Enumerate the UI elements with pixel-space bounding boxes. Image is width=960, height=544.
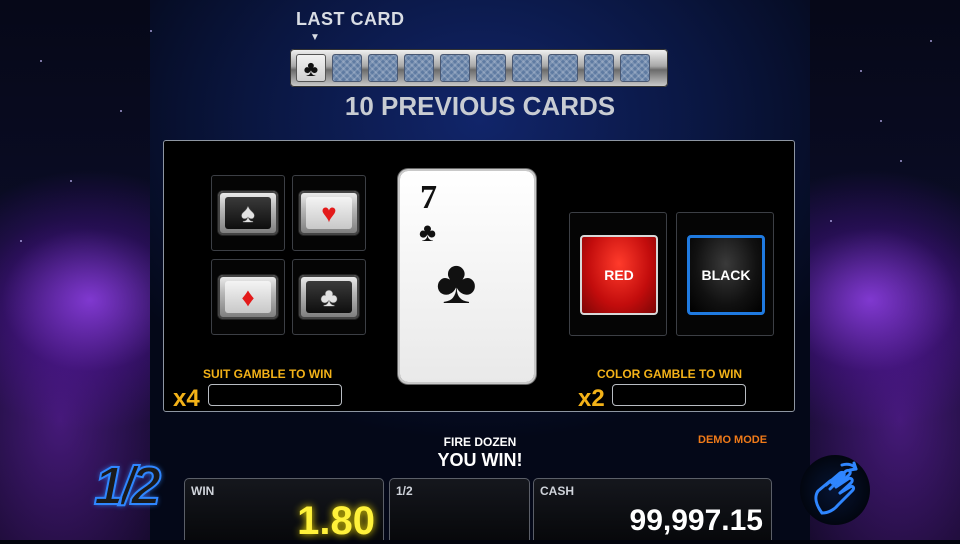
suit-gamble-multiplier: x4 [173, 385, 200, 412]
history-card-back [512, 54, 542, 82]
current-card: 7 ♣ ♣ [400, 171, 534, 382]
history-card-back [476, 54, 506, 82]
hand-icon [814, 461, 858, 515]
suit-gamble-value-field [208, 384, 342, 406]
half-caption: 1/2 [396, 484, 413, 498]
last-card-arrow-icon: ▼ [310, 32, 320, 43]
history-card-back [548, 54, 578, 82]
star-decoration [40, 60, 42, 62]
history-card-back [620, 54, 650, 82]
card-center-club-icon: ♣ [436, 248, 477, 317]
heart-icon: ♥ [306, 197, 352, 229]
star-decoration [930, 40, 932, 42]
history-card-back [404, 54, 434, 82]
red-button[interactable]: RED [580, 235, 658, 315]
win-value: 1.80 [297, 499, 375, 543]
suit-diamond-button[interactable]: ♦ [218, 275, 278, 319]
suit-gamble-heart-tile[interactable]: ♥ [292, 175, 366, 251]
history-card-last: ♣ [296, 54, 326, 82]
star-decoration [20, 240, 22, 242]
suit-spade-button[interactable]: ♠ [218, 191, 278, 235]
cash-box: CASH 99,997.15 [533, 478, 772, 540]
history-card-back [440, 54, 470, 82]
history-card-back [332, 54, 362, 82]
color-gamble-red-tile[interactable]: RED [569, 212, 667, 336]
black-button[interactable]: BLACK [687, 235, 765, 315]
win-caption: WIN [191, 484, 215, 498]
color-gamble-black-tile[interactable]: BLACK [676, 212, 774, 336]
suit-club-button[interactable]: ♣ [299, 275, 359, 319]
suit-gamble-club-tile[interactable]: ♣ [292, 259, 366, 335]
suit-gamble-spade-tile[interactable]: ♠ [211, 175, 285, 251]
card-rank: 7 [420, 179, 437, 216]
star-decoration [830, 220, 832, 222]
star-decoration [70, 180, 72, 182]
half-gamble-button[interactable]: 1/2 [93, 455, 174, 525]
take-win-hand-button[interactable] [800, 455, 870, 525]
spade-icon: ♠ [225, 197, 271, 229]
card-small-club-icon: ♣ [419, 217, 437, 247]
last-card-label: LAST CARD [296, 9, 405, 29]
suit-heart-button[interactable]: ♥ [299, 191, 359, 235]
history-card-back [584, 54, 614, 82]
game-name: FIRE DOZEN [443, 435, 517, 449]
demo-mode-label: DEMO MODE [698, 434, 768, 446]
color-gamble-multiplier: x2 [578, 385, 605, 412]
diamond-icon: ♦ [225, 281, 271, 313]
color-gamble-label: COLOR GAMBLE TO WIN [597, 367, 743, 381]
color-gamble-value-field [612, 384, 746, 406]
half-box: 1/2 [389, 478, 530, 540]
star-decoration [860, 70, 862, 72]
suit-gamble-label: SUIT GAMBLE TO WIN [203, 367, 333, 381]
suit-gamble-diamond-tile[interactable]: ♦ [211, 259, 285, 335]
star-decoration [150, 30, 152, 32]
win-box: WIN 1.80 [184, 478, 384, 543]
cash-value: 99,997.15 [629, 504, 763, 537]
card-history-strip: ♣ [290, 49, 668, 87]
club-icon: ♣ [306, 281, 352, 313]
previous-cards-label: 10 PREVIOUS CARDS [344, 91, 616, 121]
star-decoration [900, 160, 902, 162]
cash-caption: CASH [540, 484, 575, 498]
history-card-back [368, 54, 398, 82]
